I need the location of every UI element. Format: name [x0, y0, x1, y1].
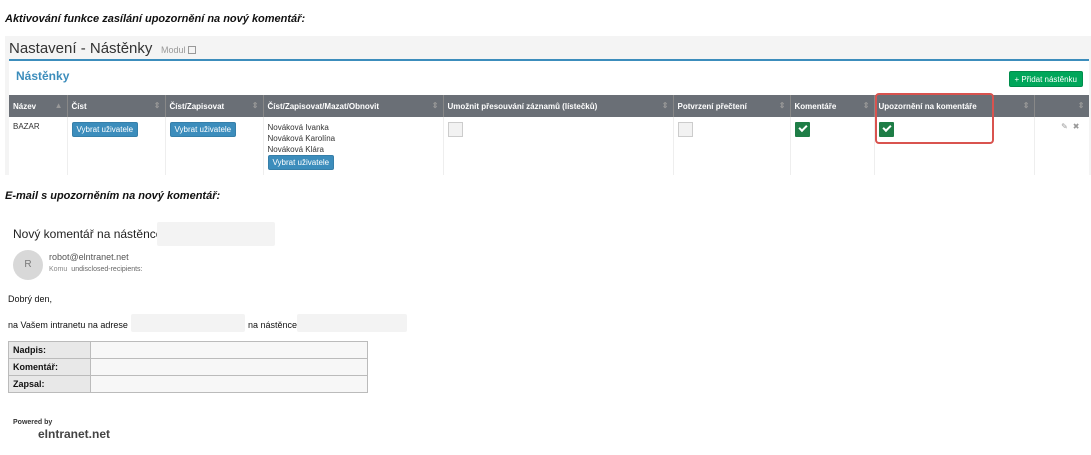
recipient-line: Komu undisclosed-recipients: [49, 266, 143, 273]
email-heading: E-mail s upozorněním na nový komentář: [5, 190, 221, 202]
email-greeting: Dobrý den, [8, 294, 53, 304]
module-link[interactable]: Modul [161, 45, 196, 55]
board-name: BAZAR [9, 117, 68, 175]
user-name: Nováková Klára [267, 145, 324, 154]
activation-heading: Aktivování funkce zasílání upozornění na… [5, 13, 306, 25]
card-title: Nástěnky [16, 69, 70, 83]
field-value [90, 375, 368, 393]
sort-icon: ⇕ [153, 101, 161, 110]
email-intro: na Vašem intranetu na adrese [8, 320, 128, 330]
module-link-label: Modul [161, 45, 186, 55]
external-link-icon [187, 46, 196, 54]
sort-icon: ⇕ [661, 101, 669, 110]
allow-move-checkbox[interactable] [447, 122, 463, 137]
col-allow-move[interactable]: Umožnit přesouvání záznamů (lístečků) ⇕ [443, 95, 674, 117]
col-actions: ⇕ [1034, 95, 1089, 117]
col-full[interactable]: Číst/Zapisovat/Mazat/Obnovit ⇕ [263, 95, 444, 117]
email-intro-tail: na nástěnce [248, 320, 298, 330]
add-board-button[interactable]: + Přidat nástěnku [1008, 71, 1083, 87]
sort-icon: ⇕ [1077, 101, 1085, 110]
select-read-users-button[interactable]: Vybrat uživatele [71, 122, 139, 137]
close-icon[interactable]: ✖ [1073, 122, 1080, 131]
redacted-board [297, 314, 407, 332]
user-name: Nováková Karolína [267, 134, 336, 143]
read-confirm-checkbox[interactable] [677, 122, 693, 137]
col-write[interactable]: Číst/Zapisovat ⇕ [165, 95, 264, 117]
field-value [90, 358, 368, 376]
field-comment-label: Komentář: [8, 358, 91, 376]
field-author-label: Zapsal: [8, 375, 91, 393]
sender-address: robot@elntranet.net [49, 252, 129, 262]
sort-icon: ⇕ [1022, 101, 1030, 110]
sort-icon: ⇕ [251, 101, 259, 110]
comments-checkbox[interactable] [794, 122, 810, 137]
avatar: R [13, 250, 43, 280]
email-subject: Nový komentář na nástěnce [13, 227, 163, 241]
comment-info-table: Nadpis: Komentář: Zapsal: [8, 341, 368, 393]
redacted-address [131, 314, 245, 332]
select-full-users-button[interactable]: Vybrat uživatele [267, 155, 335, 170]
user-name: Nováková Ivanka [267, 123, 329, 132]
sort-icon: ⇕ [778, 101, 786, 110]
pencil-icon[interactable]: ✎ [1061, 122, 1068, 131]
powered-by-label: Powered by [13, 419, 53, 426]
page-title: Nastavení - Nástěnky [9, 40, 153, 57]
col-name[interactable]: Název ▲ [9, 95, 68, 117]
redacted-board-name [157, 222, 275, 246]
brand-logo: eIntranet.net [38, 427, 111, 441]
sort-icon: ⇕ [431, 101, 439, 110]
field-title-label: Nadpis: [8, 341, 91, 359]
col-read[interactable]: Číst ⇕ [67, 95, 166, 117]
field-value [90, 341, 368, 359]
select-write-users-button[interactable]: Vybrat uživatele [169, 122, 237, 137]
sort-icon: ⇕ [862, 101, 870, 110]
highlight-box [875, 93, 994, 144]
sort-asc-icon: ▲ [54, 101, 63, 110]
col-comments[interactable]: Komentáře ⇕ [790, 95, 875, 117]
col-read-confirm[interactable]: Potvrzení přečtení ⇕ [673, 95, 791, 117]
